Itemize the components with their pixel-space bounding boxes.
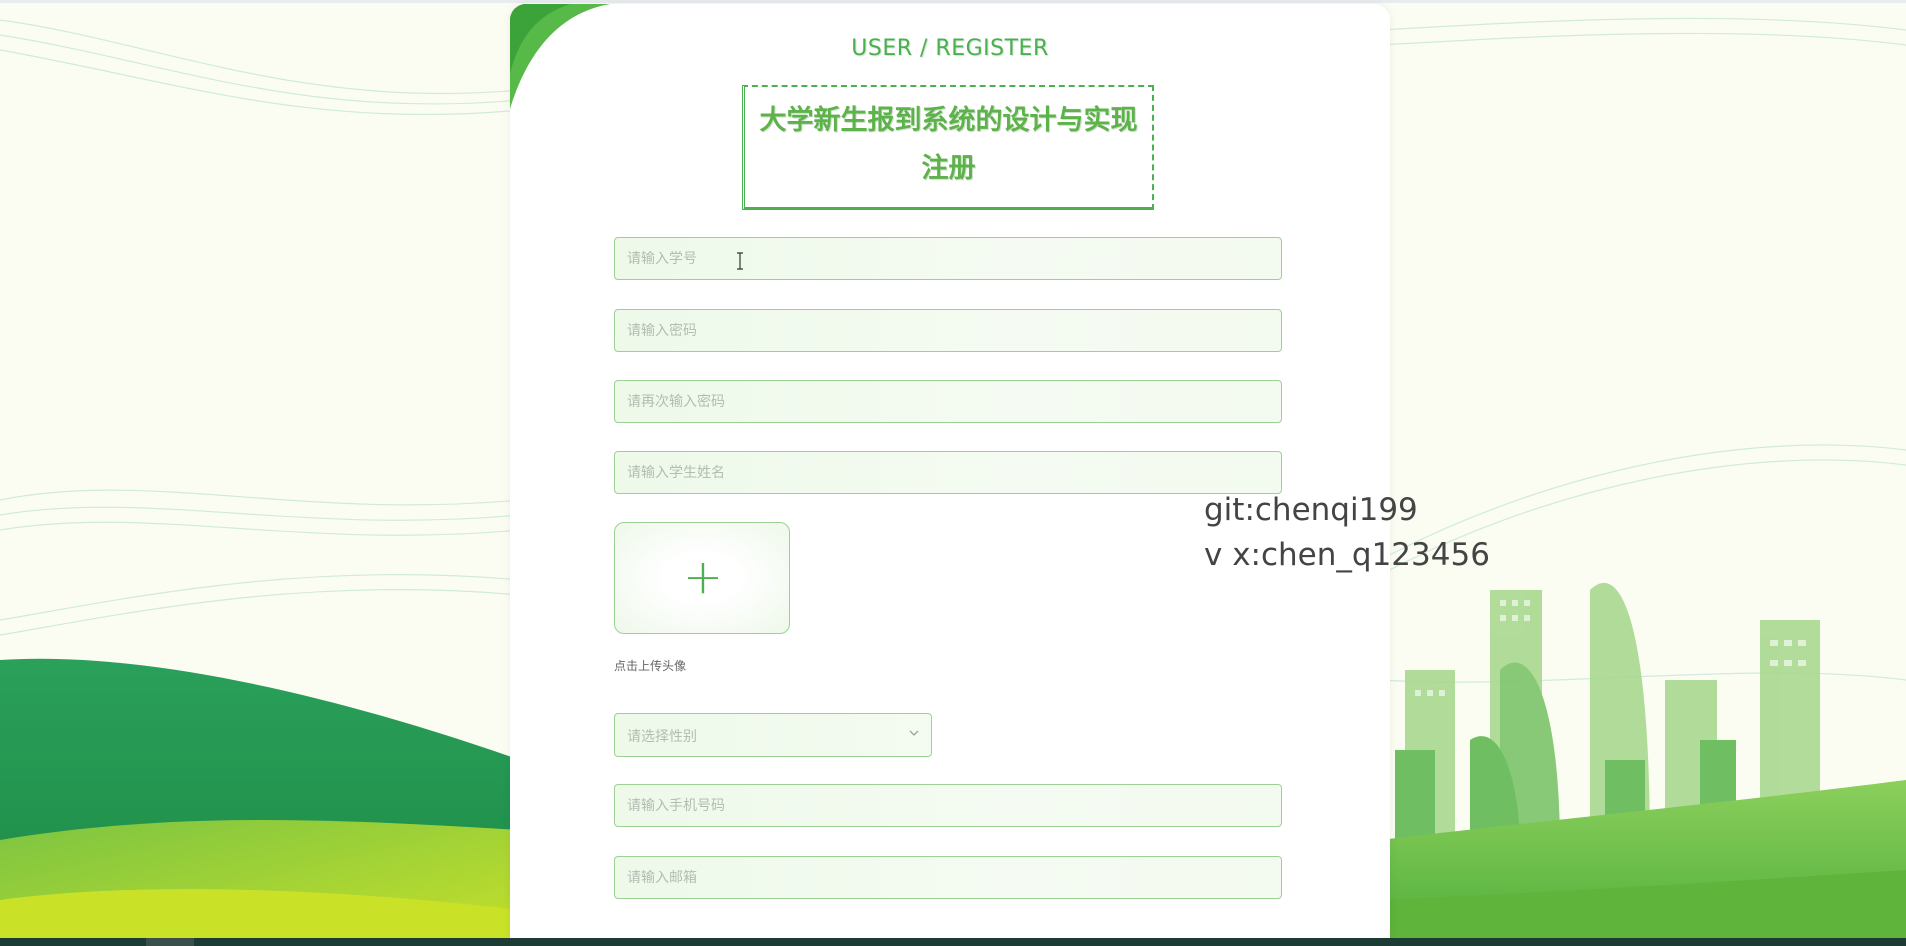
register-card: USER / REGISTER 大学新生报到系统的设计与实现 注册 + 点击上传… [510, 4, 1390, 946]
taskbar [0, 938, 1906, 946]
phone-input[interactable] [614, 784, 1282, 827]
watermark-git: git:chenqi199 [1204, 492, 1418, 528]
watermark: git:chenqi199 v x:chen_q123456 [1204, 488, 1490, 578]
chevron-down-icon [909, 730, 919, 736]
gender-select[interactable]: 请选择性别 [614, 713, 932, 757]
student-name-input[interactable] [614, 451, 1282, 494]
page-subtitle: USER / REGISTER [851, 36, 1049, 61]
taskbar-item[interactable] [146, 938, 194, 946]
password-input[interactable] [614, 309, 1282, 352]
title-box: 大学新生报到系统的设计与实现 注册 [742, 85, 1154, 210]
page-title-register: 注册 [921, 153, 976, 184]
gender-select-placeholder: 请选择性别 [627, 729, 697, 745]
top-border [0, 0, 1906, 3]
page-title: 大学新生报到系统的设计与实现 [759, 105, 1138, 136]
avatar-upload-label: 点击上传头像 [614, 659, 687, 673]
watermark-wechat: v x:chen_q123456 [1204, 537, 1490, 573]
text-cursor-icon [737, 252, 743, 270]
avatar-upload-button[interactable]: + [614, 522, 790, 634]
email-input[interactable] [614, 856, 1282, 899]
plus-icon: + [682, 549, 724, 605]
student-id-input[interactable] [614, 237, 1282, 280]
password-confirm-input[interactable] [614, 380, 1282, 423]
